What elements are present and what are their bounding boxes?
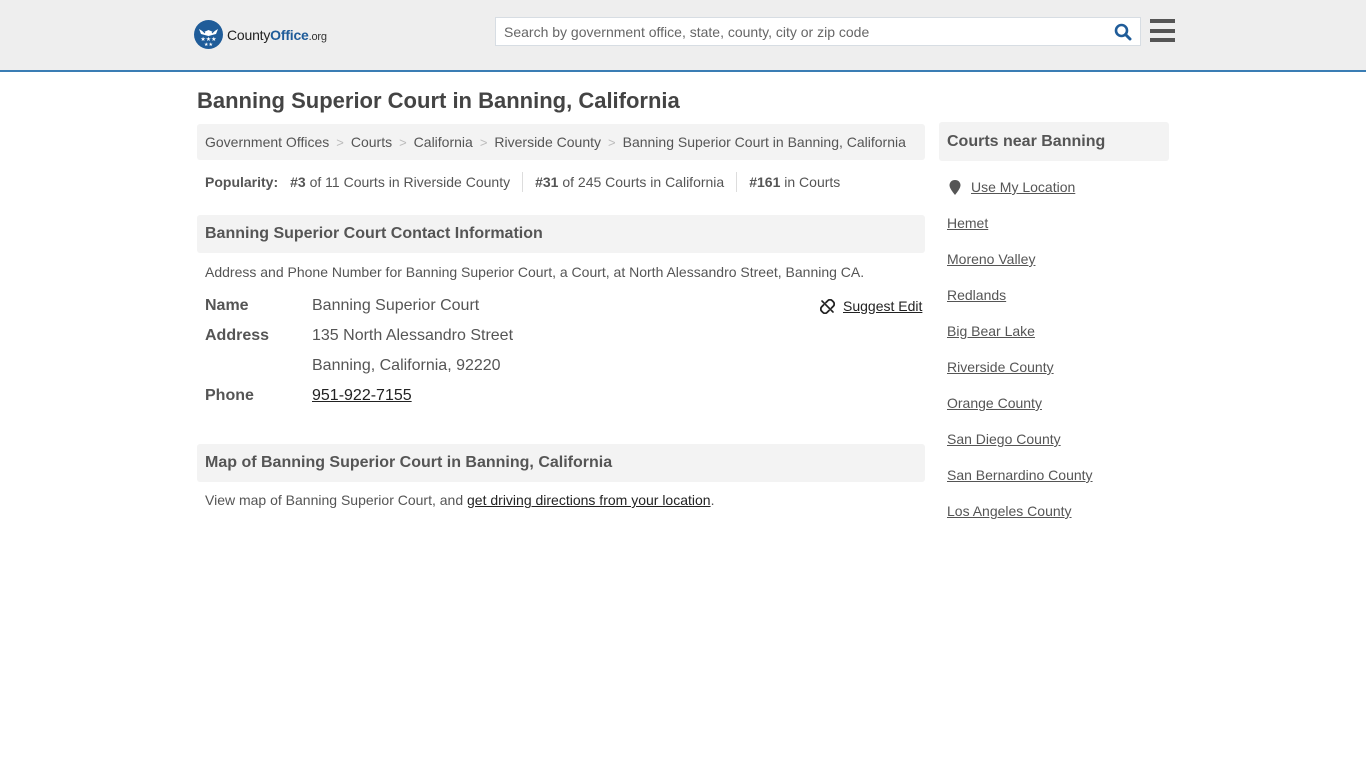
rank-text: of 11 Courts in Riverside County [305,174,511,190]
menu-bar [1150,28,1175,33]
address-line-2: Banning, California, 92220 [312,357,501,374]
breadcrumb-separator: > [608,134,616,150]
breadcrumb-separator: > [399,134,407,150]
breadcrumb-government-offices[interactable]: Government Offices [205,134,329,150]
breadcrumb-separator: > [479,134,488,150]
popularity-bar: Popularity: #3 of 11 Courts in Riverside… [205,172,840,192]
popularity-rank-overall: #161 in Courts [749,174,840,190]
hamburger-menu-icon[interactable] [1150,19,1175,42]
popularity-rank-county: #3 of 11 Courts in Riverside County [290,174,510,190]
divider [736,172,738,192]
map-section-heading: Map of Banning Superior Court in Banning… [197,444,925,482]
rank-number: #31 [535,174,559,190]
site-header: ★★★ ★★ CountyOffice.org [0,0,1366,72]
breadcrumb-separator: > [336,134,344,150]
nearby-link-san-bernardino-county[interactable]: San Bernardino County [947,467,1093,483]
nearby-link-san-diego-county[interactable]: San Diego County [947,431,1061,447]
nearby-link-riverside-county[interactable]: Riverside County [947,359,1054,375]
address-line-1: 135 North Alessandro Street [312,327,514,344]
menu-bar [1150,38,1175,42]
map-description-text: View map of Banning Superior Court, and [205,492,468,508]
nearby-link-moreno-valley[interactable]: Moreno Valley [947,251,1035,267]
address-label: Address [205,327,270,344]
menu-bar [1150,19,1175,23]
popularity-label: Popularity: [205,174,279,190]
site-logo[interactable]: ★★★ ★★ CountyOffice.org [194,20,327,49]
breadcrumb-courts[interactable]: Courts [351,134,392,150]
breadcrumb-current: Banning Superior Court in Banning, Calif… [622,134,906,150]
phone-label: Phone [205,387,254,404]
use-my-location-link[interactable]: Use My Location [949,179,1075,195]
eagle-stars-badge-icon: ★★★ ★★ [194,20,223,49]
map-description-suffix: . [710,492,715,508]
logo-wordmark: CountyOffice.org [227,27,327,43]
breadcrumb-riverside-county[interactable]: Riverside County [494,134,601,150]
svg-text:★★: ★★ [204,42,213,48]
nearby-link-redlands[interactable]: Redlands [947,287,1006,303]
rank-number: #3 [290,174,306,190]
driving-directions-link[interactable]: get driving directions from your locatio… [467,492,711,508]
sidebar-heading: Courts near Banning [939,122,1169,161]
broken-link-icon [820,298,835,314]
use-my-location-label: Use My Location [971,179,1076,195]
logo-county-text: County [227,26,271,43]
search-bar [495,17,1141,46]
nearby-link-hemet[interactable]: Hemet [947,215,988,231]
divider [522,172,524,192]
page-title: Banning Superior Court in Banning, Calif… [197,88,680,113]
search-icon [1114,23,1132,40]
popularity-rank-state: #31 of 245 Courts in California [535,174,724,190]
contact-description: Address and Phone Number for Banning Sup… [205,264,865,280]
search-input[interactable] [496,18,1106,45]
name-label: Name [205,297,249,314]
rank-text: of 245 Courts in California [558,174,725,190]
search-button[interactable] [1106,18,1140,45]
suggest-edit-link[interactable]: Suggest Edit [820,298,922,314]
rank-number: #161 [749,174,781,190]
nearby-link-orange-county[interactable]: Orange County [947,395,1042,411]
suggest-edit-label: Suggest Edit [843,298,923,314]
rank-text: in Courts [780,174,841,190]
nearby-link-los-angeles-county[interactable]: Los Angeles County [947,503,1072,519]
map-description: View map of Banning Superior Court, and … [205,492,714,508]
logo-tld-text: .org [308,30,327,43]
logo-office-text: Office [270,26,309,43]
phone-link[interactable]: 951-922-7155 [312,387,412,405]
map-pin-icon [949,179,961,195]
breadcrumb: Government Offices > Courts > California… [197,124,925,160]
nearby-link-big-bear-lake[interactable]: Big Bear Lake [947,323,1035,339]
name-value: Banning Superior Court [312,297,480,314]
contact-section-heading: Banning Superior Court Contact Informati… [197,215,925,253]
breadcrumb-california[interactable]: California [414,134,473,150]
